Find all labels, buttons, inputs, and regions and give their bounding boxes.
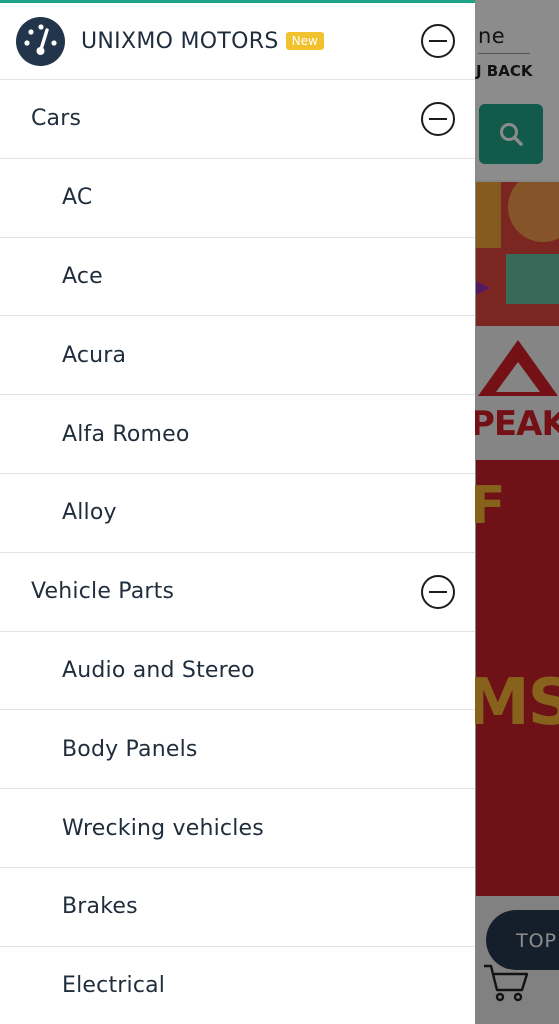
new-badge: New [285,32,324,50]
screen: ne J BACK PEAK F MS TOP UNIXMO MOTORS Ne… [0,0,559,1024]
list-item-label: Alfa Romeo [62,421,190,447]
minus-circle-icon[interactable] [421,574,455,609]
list-item-acura[interactable]: Acura [0,316,475,396]
list-item-wrecking-vehicles[interactable]: Wrecking vehicles [0,789,475,868]
list-item-electrical[interactable]: Electrical [0,947,475,1024]
list-item-brakes[interactable]: Brakes [0,868,475,947]
brand-title: UNIXMO MOTORS [81,28,279,54]
list-item-body-panels[interactable]: Body Panels [0,710,475,790]
category-label: Cars [31,106,82,132]
navigation-drawer: UNIXMO MOTORS New Cars AC Ace Acura Alfa… [0,0,475,1024]
category-vehicle-parts[interactable]: Vehicle Parts [0,553,475,632]
list-item-label: AC [62,185,93,211]
list-item-ac[interactable]: AC [0,159,475,238]
list-item-label: Wrecking vehicles [62,815,264,841]
minus-circle-icon[interactable] [421,24,455,58]
list-item-alfa-romeo[interactable]: Alfa Romeo [0,395,475,474]
category-cars[interactable]: Cars [0,80,475,159]
list-item-label: Audio and Stereo [62,657,255,683]
list-item-label: Ace [62,263,103,289]
list-item-ace[interactable]: Ace [0,238,475,317]
list-item-label: Brakes [62,894,138,920]
list-item-label: Electrical [62,973,166,999]
list-item-label: Acura [62,342,127,368]
list-item-label: Alloy [62,500,117,526]
speedometer-icon [16,16,65,66]
minus-circle-icon[interactable] [421,101,455,136]
list-item-alloy[interactable]: Alloy [0,474,475,553]
drawer-header: UNIXMO MOTORS New [0,3,475,80]
category-label: Vehicle Parts [31,579,175,605]
list-item-label: Body Panels [62,736,198,762]
list-item-audio-and-stereo[interactable]: Audio and Stereo [0,632,475,711]
